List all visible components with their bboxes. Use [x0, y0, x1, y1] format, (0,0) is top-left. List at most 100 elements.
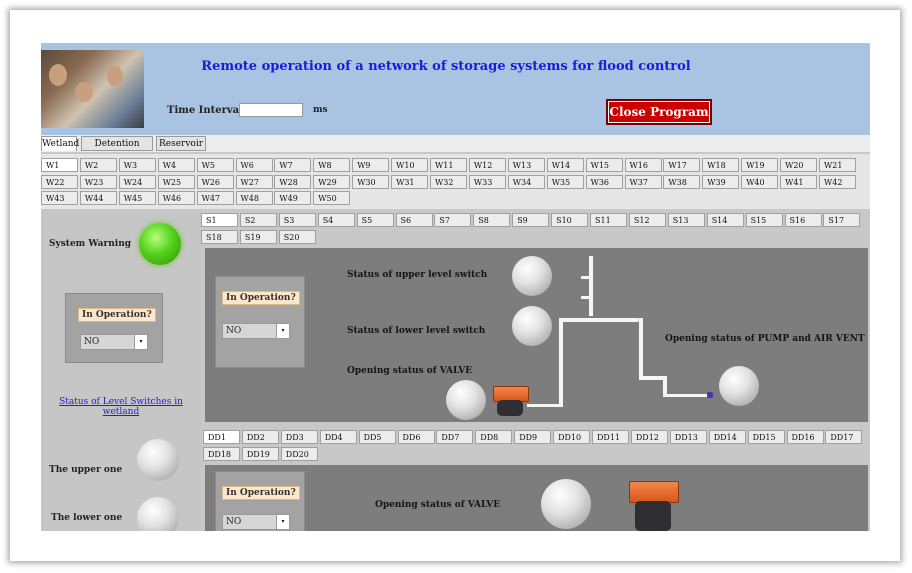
- s-button-18[interactable]: S18: [201, 229, 238, 244]
- wetland-button-48[interactable]: W48: [235, 191, 273, 205]
- tab-reservoir[interactable]: Reservoir: [156, 136, 206, 151]
- wetland-button-40[interactable]: W40: [741, 174, 779, 189]
- wetland-button-23[interactable]: W23: [79, 174, 117, 189]
- wetland-button-6[interactable]: W6: [235, 158, 273, 172]
- wetland-button-1[interactable]: W1: [41, 158, 78, 172]
- close-program-button[interactable]: Close Program: [606, 99, 712, 125]
- wetland-button-3[interactable]: W3: [118, 158, 156, 172]
- chevron-down-icon[interactable]: ▾: [276, 324, 289, 338]
- s-button-20[interactable]: S20: [278, 229, 316, 244]
- s-button-6[interactable]: S6: [395, 213, 433, 227]
- dd-button-14[interactable]: DD14: [708, 430, 746, 444]
- level-switch-link[interactable]: Status of Level Switches in wetland: [59, 397, 183, 417]
- s-button-19[interactable]: S19: [239, 229, 277, 244]
- dd-button-18[interactable]: DD18: [203, 446, 240, 461]
- wetland-button-8[interactable]: W8: [313, 158, 351, 172]
- dd-button-10[interactable]: DD10: [553, 430, 591, 444]
- wetland-button-28[interactable]: W28: [274, 174, 312, 189]
- s-button-4[interactable]: S4: [317, 213, 355, 227]
- dd-button-6[interactable]: DD6: [397, 430, 435, 444]
- s-button-16[interactable]: S16: [784, 213, 822, 227]
- dd-button-9[interactable]: DD9: [514, 430, 552, 444]
- wetland-button-2[interactable]: W2: [79, 158, 117, 172]
- s-button-3[interactable]: S3: [278, 213, 316, 227]
- wetland-button-29[interactable]: W29: [313, 174, 351, 189]
- dd-in-operation-select[interactable]: NO ▾: [222, 514, 290, 530]
- dd-button-11[interactable]: DD11: [592, 430, 629, 444]
- dd-button-12[interactable]: DD12: [630, 430, 668, 444]
- wetland-button-27[interactable]: W27: [235, 174, 273, 189]
- dd-button-3[interactable]: DD3: [280, 430, 318, 444]
- dd-button-4[interactable]: DD4: [319, 430, 357, 444]
- wetland-button-22[interactable]: W22: [41, 174, 78, 189]
- dd-button-2[interactable]: DD2: [241, 430, 279, 444]
- s-button-5[interactable]: S5: [356, 213, 394, 227]
- time-interval-input[interactable]: [239, 103, 303, 117]
- wetland-button-10[interactable]: W10: [391, 158, 429, 172]
- dd-button-19[interactable]: DD19: [241, 446, 279, 461]
- wetland-button-49[interactable]: W49: [274, 191, 312, 205]
- in-operation-select[interactable]: NO ▾: [80, 334, 148, 350]
- dd-button-16[interactable]: DD16: [786, 430, 824, 444]
- dd-button-20[interactable]: DD20: [280, 446, 318, 461]
- wetland-button-31[interactable]: W31: [391, 174, 429, 189]
- s-in-operation-select[interactable]: NO ▾: [222, 323, 290, 339]
- wetland-button-16[interactable]: W16: [624, 158, 662, 172]
- s-button-2[interactable]: S2: [239, 213, 277, 227]
- wetland-button-12[interactable]: W12: [468, 158, 506, 172]
- s-button-10[interactable]: S10: [551, 213, 589, 227]
- wetland-button-43[interactable]: W43: [41, 191, 78, 205]
- wetland-button-7[interactable]: W7: [274, 158, 312, 172]
- wetland-button-50[interactable]: W50: [313, 191, 351, 205]
- s-button-12[interactable]: S12: [628, 213, 666, 227]
- dd-button-13[interactable]: DD13: [669, 430, 707, 444]
- wetland-button-41[interactable]: W41: [780, 174, 818, 189]
- wetland-button-47[interactable]: W47: [196, 191, 234, 205]
- s-button-17[interactable]: S17: [823, 213, 861, 227]
- dd-button-15[interactable]: DD15: [747, 430, 785, 444]
- wetland-button-17[interactable]: W17: [663, 158, 701, 172]
- s-button-1[interactable]: S1: [201, 213, 238, 227]
- wetland-button-26[interactable]: W26: [196, 174, 234, 189]
- wetland-button-34[interactable]: W34: [507, 174, 545, 189]
- wetland-button-13[interactable]: W13: [507, 158, 545, 172]
- wetland-button-25[interactable]: W25: [157, 174, 195, 189]
- wetland-button-15[interactable]: W15: [585, 158, 623, 172]
- wetland-button-24[interactable]: W24: [118, 174, 156, 189]
- dd-button-5[interactable]: DD5: [358, 430, 396, 444]
- wetland-button-32[interactable]: W32: [430, 174, 467, 189]
- s-button-14[interactable]: S14: [706, 213, 744, 227]
- wetland-button-46[interactable]: W46: [157, 191, 195, 205]
- wetland-button-9[interactable]: W9: [352, 158, 390, 172]
- dd-button-8[interactable]: DD8: [475, 430, 513, 444]
- s-button-9[interactable]: S9: [512, 213, 550, 227]
- tab-wetland[interactable]: Wetland: [41, 136, 79, 151]
- s-button-13[interactable]: S13: [667, 213, 705, 227]
- wetland-button-5[interactable]: W5: [196, 158, 234, 172]
- wetland-button-21[interactable]: W21: [819, 158, 856, 172]
- wetland-button-42[interactable]: W42: [819, 174, 856, 189]
- wetland-button-35[interactable]: W35: [546, 174, 584, 189]
- wetland-button-37[interactable]: W37: [624, 174, 662, 189]
- wetland-button-33[interactable]: W33: [468, 174, 506, 189]
- wetland-button-4[interactable]: W4: [157, 158, 195, 172]
- wetland-button-14[interactable]: W14: [546, 158, 584, 172]
- wetland-button-44[interactable]: W44: [79, 191, 117, 205]
- wetland-button-30[interactable]: W30: [352, 174, 390, 189]
- tab-detention-pond[interactable]: Detention Pond: [81, 136, 153, 164]
- dd-button-17[interactable]: DD17: [825, 430, 863, 444]
- chevron-down-icon[interactable]: ▾: [276, 515, 289, 529]
- s-button-7[interactable]: S7: [434, 213, 472, 227]
- chevron-down-icon[interactable]: ▾: [134, 335, 147, 349]
- dd-button-1[interactable]: DD1: [203, 430, 240, 444]
- dd-button-7[interactable]: DD7: [436, 430, 474, 444]
- wetland-button-11[interactable]: W11: [430, 158, 467, 172]
- wetland-button-45[interactable]: W45: [118, 191, 156, 205]
- wetland-button-20[interactable]: W20: [780, 158, 818, 172]
- wetland-button-36[interactable]: W36: [585, 174, 623, 189]
- s-button-11[interactable]: S11: [590, 213, 627, 227]
- wetland-button-19[interactable]: W19: [741, 158, 779, 172]
- wetland-button-38[interactable]: W38: [663, 174, 701, 189]
- s-button-8[interactable]: S8: [473, 213, 511, 227]
- s-button-15[interactable]: S15: [745, 213, 783, 227]
